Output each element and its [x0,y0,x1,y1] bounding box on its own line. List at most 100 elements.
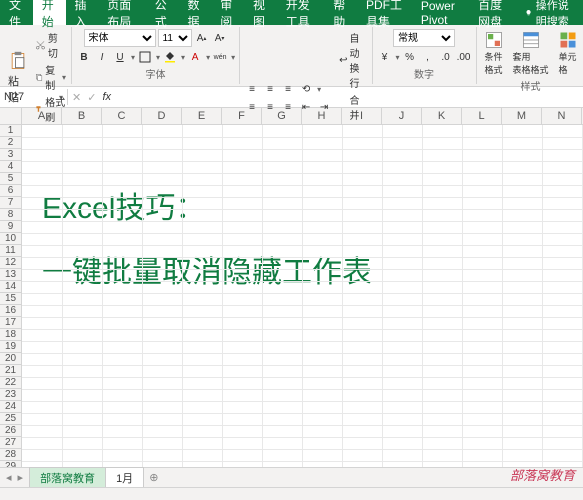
copy-button[interactable]: 复制▾ [34,61,67,93]
decrease-font-button[interactable]: A▾ [212,30,228,46]
row-header[interactable]: 17 [0,317,21,329]
row-header[interactable]: 15 [0,293,21,305]
row-header[interactable]: 16 [0,305,21,317]
align-bottom-button[interactable]: ≡ [280,82,296,98]
row-header[interactable]: 12 [0,257,21,269]
format-painter-button[interactable]: 格式刷 [34,93,67,125]
col-header[interactable]: D [142,108,182,124]
font-color-button[interactable]: A [187,49,203,65]
row-header[interactable]: 22 [0,377,21,389]
orientation-button[interactable]: ⟲ [298,82,314,98]
col-header[interactable]: N [542,108,582,124]
row-header[interactable]: 6 [0,185,21,197]
indent-inc-button[interactable]: ⇥ [316,100,332,116]
tab-powerpivot[interactable]: Power Pivot [412,0,469,25]
col-header[interactable]: K [422,108,462,124]
align-top-button[interactable]: ≡ [244,82,260,98]
tab-insert[interactable]: 插入 [66,0,99,25]
sheet-nav-next[interactable]: ▸ [18,471,24,484]
cond-format-icon [485,31,503,49]
align-left-button[interactable]: ≡ [244,100,260,116]
sheet-tab-2[interactable]: 1月 [105,467,144,489]
col-header[interactable]: E [182,108,222,124]
align-right-button[interactable]: ≡ [280,100,296,116]
row-header[interactable]: 26 [0,425,21,437]
row-header[interactable]: 4 [0,161,21,173]
font-size-combo[interactable]: 11 [158,29,192,47]
row-header[interactable]: 7 [0,197,21,209]
tab-review[interactable]: 审阅 [211,0,244,25]
border-button[interactable] [137,49,153,65]
worksheet[interactable]: 1234567891011121314151617181920212223242… [0,125,583,479]
sheet-nav-prev[interactable]: ◂ [6,471,12,484]
tab-view[interactable]: 视图 [244,0,277,25]
dec-decimal-button[interactable]: .00 [456,49,472,65]
tab-file[interactable]: 文件 [0,0,33,25]
align-middle-button[interactable]: ≡ [262,82,278,98]
row-header[interactable]: 28 [0,449,21,461]
tab-baidu[interactable]: 百度网盘 [469,0,516,25]
tab-dev[interactable]: 开发工具 [277,0,324,25]
row-header[interactable]: 14 [0,281,21,293]
paste-icon [8,50,28,72]
col-header[interactable]: C [102,108,142,124]
conditional-format-button[interactable]: 条件格式 [481,29,507,78]
row-header[interactable]: 20 [0,353,21,365]
row-header[interactable]: 13 [0,269,21,281]
col-header[interactable]: B [62,108,102,124]
inc-decimal-button[interactable]: .0 [438,49,454,65]
font-name-combo[interactable]: 宋体 [84,29,156,47]
tab-help[interactable]: 帮助 [324,0,357,25]
row-header[interactable]: 24 [0,401,21,413]
format-as-table-button[interactable]: 套用 表格格式 [509,29,553,78]
bold-button[interactable]: B [76,49,92,65]
row-header[interactable]: 2 [0,137,21,149]
row-header[interactable]: 21 [0,365,21,377]
italic-button[interactable]: I [94,49,110,65]
paste-button[interactable]: 粘贴 [4,48,32,107]
fx-button[interactable]: fx [102,91,111,103]
tell-me-search[interactable]: 操作说明搜索 [517,0,583,25]
row-header[interactable]: 3 [0,149,21,161]
new-sheet-button[interactable]: ⊕ [143,469,164,486]
row-header[interactable]: 23 [0,389,21,401]
row-header[interactable]: 9 [0,221,21,233]
row-header[interactable]: 27 [0,437,21,449]
fill-color-button[interactable] [162,49,178,65]
row-header[interactable]: 25 [0,413,21,425]
col-header[interactable]: L [462,108,502,124]
row-header[interactable]: 8 [0,209,21,221]
indent-dec-button[interactable]: ⇤ [298,100,314,116]
comma-button[interactable]: , [420,49,436,65]
col-header[interactable]: M [502,108,542,124]
underline-button[interactable]: U [112,49,128,65]
tab-data[interactable]: 数据 [178,0,211,25]
row-header[interactable]: 11 [0,245,21,257]
border-icon [139,51,151,63]
enter-icon[interactable]: ✓ [87,91,96,104]
row-header[interactable]: 10 [0,233,21,245]
row-header[interactable]: 5 [0,173,21,185]
ribbon-tabs: 文件 开始 插入 页面布局 公式 数据 审阅 视图 开发工具 帮助 PDF工具集… [0,0,583,25]
tab-home[interactable]: 开始 [33,0,66,25]
cell-styles-button[interactable]: 单元格 [555,29,581,78]
currency-button[interactable]: ¥ [377,49,393,65]
cut-button[interactable]: 剪切 [34,29,67,61]
row-header[interactable]: 19 [0,341,21,353]
row-header[interactable]: 18 [0,329,21,341]
row-header[interactable]: 1 [0,125,21,137]
col-header[interactable]: J [382,108,422,124]
number-format-combo[interactable]: 常规 [393,29,455,47]
wrap-text-button[interactable]: ↩自动换行 [338,29,367,91]
phonetic-button[interactable]: wén [212,49,228,65]
paste-label: 粘贴 [8,73,28,105]
cell-grid[interactable]: Excel技巧： 一键批量取消隐藏工作表 [22,125,583,479]
tab-layout[interactable]: 页面布局 [98,0,145,25]
sheet-tab-1[interactable]: 部落窝教育 [29,467,106,489]
cancel-icon[interactable]: ✕ [72,91,81,104]
tab-pdf[interactable]: PDF工具集 [357,0,412,25]
align-center-button[interactable]: ≡ [262,100,278,116]
increase-font-button[interactable]: A▴ [194,30,210,46]
percent-button[interactable]: % [402,49,418,65]
tab-formula[interactable]: 公式 [146,0,179,25]
